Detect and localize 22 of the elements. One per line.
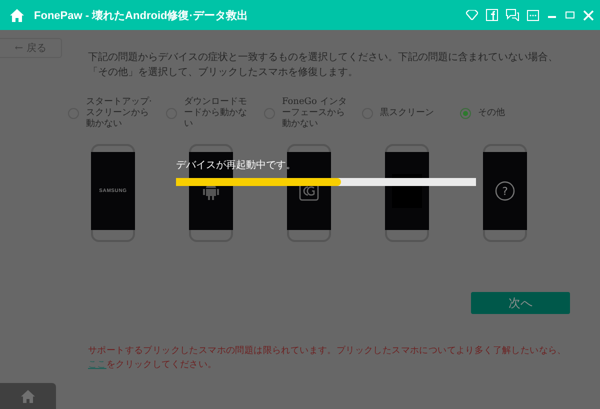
option-label: 黒スクリーン bbox=[380, 108, 435, 118]
option-label: ダウンロードモードから動かない bbox=[184, 96, 248, 130]
here-link[interactable]: ここ bbox=[88, 360, 106, 370]
home-icon[interactable] bbox=[21, 390, 35, 402]
radio-button[interactable] bbox=[460, 108, 471, 118]
facebook-icon[interactable] bbox=[486, 9, 498, 21]
close-icon[interactable] bbox=[583, 10, 594, 20]
home-icon[interactable] bbox=[10, 8, 24, 22]
option-label: FoneGo インターフェースから動かない bbox=[282, 96, 348, 130]
home-tab[interactable] bbox=[0, 383, 56, 409]
instruction-text: 下記の問題からデバイスの症状と一致するものを選択してください。下記の問題に含まれていない場合、「その他」を選択して、ブリックしたスマホを修復します。 bbox=[88, 50, 559, 80]
option-label: その他 bbox=[478, 108, 506, 118]
next-button[interactable]: 次へ bbox=[471, 292, 570, 314]
maximize-icon[interactable] bbox=[565, 10, 575, 20]
window-title: FonePaw - 壊れたAndroid修復·データ救出 bbox=[34, 8, 249, 22]
support-note: サポートするブリックしたスマホの問題は限られています。ブリックしたスマホについてより多く了解したいなら、 ここ をクリックしてください。 bbox=[88, 344, 568, 372]
question-icon: ? bbox=[495, 181, 515, 201]
chat-icon[interactable] bbox=[506, 9, 519, 21]
message-icon[interactable] bbox=[527, 10, 539, 20]
progress-message: デバイスが再起動中です。 bbox=[176, 158, 297, 172]
diamond-icon[interactable] bbox=[466, 10, 478, 20]
option-label: スタートアップ·スクリーンから動かない bbox=[86, 96, 152, 130]
